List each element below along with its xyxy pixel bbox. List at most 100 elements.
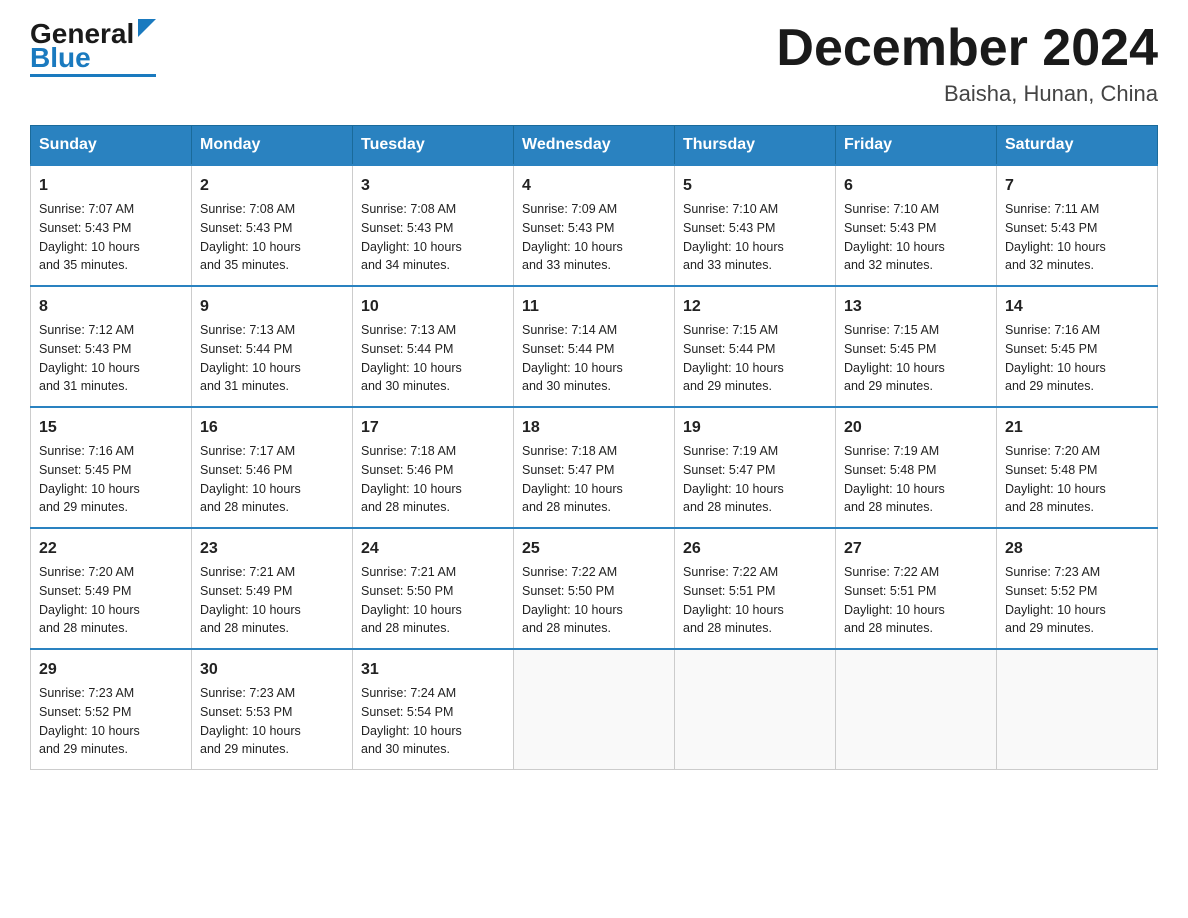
day-number: 24 (361, 537, 505, 561)
col-header-tuesday: Tuesday (353, 126, 514, 166)
day-info: Sunrise: 7:21 AMSunset: 5:50 PMDaylight:… (361, 563, 505, 638)
table-row: 10Sunrise: 7:13 AMSunset: 5:44 PMDayligh… (353, 286, 514, 407)
day-info: Sunrise: 7:22 AMSunset: 5:51 PMDaylight:… (683, 563, 827, 638)
day-info: Sunrise: 7:22 AMSunset: 5:51 PMDaylight:… (844, 563, 988, 638)
day-info: Sunrise: 7:21 AMSunset: 5:49 PMDaylight:… (200, 563, 344, 638)
calendar-week-row: 22Sunrise: 7:20 AMSunset: 5:49 PMDayligh… (31, 528, 1158, 649)
table-row: 19Sunrise: 7:19 AMSunset: 5:47 PMDayligh… (675, 407, 836, 528)
table-row: 28Sunrise: 7:23 AMSunset: 5:52 PMDayligh… (997, 528, 1158, 649)
day-number: 9 (200, 295, 344, 319)
calendar-week-row: 29Sunrise: 7:23 AMSunset: 5:52 PMDayligh… (31, 649, 1158, 770)
day-number: 14 (1005, 295, 1149, 319)
day-number: 29 (39, 658, 183, 682)
col-header-wednesday: Wednesday (514, 126, 675, 166)
table-row: 16Sunrise: 7:17 AMSunset: 5:46 PMDayligh… (192, 407, 353, 528)
table-row: 31Sunrise: 7:24 AMSunset: 5:54 PMDayligh… (353, 649, 514, 770)
col-header-sunday: Sunday (31, 126, 192, 166)
page-header: General Blue December 2024 Baisha, Hunan… (30, 20, 1158, 107)
day-number: 13 (844, 295, 988, 319)
table-row: 1Sunrise: 7:07 AMSunset: 5:43 PMDaylight… (31, 165, 192, 286)
day-number: 19 (683, 416, 827, 440)
day-number: 21 (1005, 416, 1149, 440)
table-row: 15Sunrise: 7:16 AMSunset: 5:45 PMDayligh… (31, 407, 192, 528)
day-info: Sunrise: 7:23 AMSunset: 5:53 PMDaylight:… (200, 684, 344, 759)
day-number: 11 (522, 295, 666, 319)
day-info: Sunrise: 7:15 AMSunset: 5:45 PMDaylight:… (844, 321, 988, 396)
table-row: 21Sunrise: 7:20 AMSunset: 5:48 PMDayligh… (997, 407, 1158, 528)
logo-underline (30, 74, 156, 77)
table-row: 20Sunrise: 7:19 AMSunset: 5:48 PMDayligh… (836, 407, 997, 528)
day-number: 18 (522, 416, 666, 440)
calendar-week-row: 15Sunrise: 7:16 AMSunset: 5:45 PMDayligh… (31, 407, 1158, 528)
day-info: Sunrise: 7:17 AMSunset: 5:46 PMDaylight:… (200, 442, 344, 517)
table-row: 13Sunrise: 7:15 AMSunset: 5:45 PMDayligh… (836, 286, 997, 407)
day-info: Sunrise: 7:24 AMSunset: 5:54 PMDaylight:… (361, 684, 505, 759)
day-info: Sunrise: 7:19 AMSunset: 5:47 PMDaylight:… (683, 442, 827, 517)
month-title: December 2024 (776, 20, 1158, 77)
title-block: December 2024 Baisha, Hunan, China (776, 20, 1158, 107)
table-row: 5Sunrise: 7:10 AMSunset: 5:43 PMDaylight… (675, 165, 836, 286)
table-row: 29Sunrise: 7:23 AMSunset: 5:52 PMDayligh… (31, 649, 192, 770)
day-number: 25 (522, 537, 666, 561)
table-row: 12Sunrise: 7:15 AMSunset: 5:44 PMDayligh… (675, 286, 836, 407)
table-row (997, 649, 1158, 770)
day-number: 22 (39, 537, 183, 561)
location-subtitle: Baisha, Hunan, China (776, 81, 1158, 107)
day-info: Sunrise: 7:13 AMSunset: 5:44 PMDaylight:… (361, 321, 505, 396)
day-info: Sunrise: 7:20 AMSunset: 5:49 PMDaylight:… (39, 563, 183, 638)
table-row (514, 649, 675, 770)
table-row: 17Sunrise: 7:18 AMSunset: 5:46 PMDayligh… (353, 407, 514, 528)
day-number: 5 (683, 174, 827, 198)
table-row: 26Sunrise: 7:22 AMSunset: 5:51 PMDayligh… (675, 528, 836, 649)
day-info: Sunrise: 7:18 AMSunset: 5:47 PMDaylight:… (522, 442, 666, 517)
day-number: 3 (361, 174, 505, 198)
calendar-table: Sunday Monday Tuesday Wednesday Thursday… (30, 125, 1158, 770)
day-number: 8 (39, 295, 183, 319)
table-row: 6Sunrise: 7:10 AMSunset: 5:43 PMDaylight… (836, 165, 997, 286)
day-number: 2 (200, 174, 344, 198)
day-number: 6 (844, 174, 988, 198)
table-row: 4Sunrise: 7:09 AMSunset: 5:43 PMDaylight… (514, 165, 675, 286)
day-number: 30 (200, 658, 344, 682)
day-number: 12 (683, 295, 827, 319)
table-row: 14Sunrise: 7:16 AMSunset: 5:45 PMDayligh… (997, 286, 1158, 407)
day-number: 16 (200, 416, 344, 440)
table-row: 9Sunrise: 7:13 AMSunset: 5:44 PMDaylight… (192, 286, 353, 407)
day-info: Sunrise: 7:19 AMSunset: 5:48 PMDaylight:… (844, 442, 988, 517)
col-header-friday: Friday (836, 126, 997, 166)
day-info: Sunrise: 7:18 AMSunset: 5:46 PMDaylight:… (361, 442, 505, 517)
day-info: Sunrise: 7:22 AMSunset: 5:50 PMDaylight:… (522, 563, 666, 638)
day-number: 7 (1005, 174, 1149, 198)
calendar-week-row: 1Sunrise: 7:07 AMSunset: 5:43 PMDaylight… (31, 165, 1158, 286)
table-row (675, 649, 836, 770)
day-info: Sunrise: 7:10 AMSunset: 5:43 PMDaylight:… (683, 200, 827, 275)
table-row: 3Sunrise: 7:08 AMSunset: 5:43 PMDaylight… (353, 165, 514, 286)
table-row: 25Sunrise: 7:22 AMSunset: 5:50 PMDayligh… (514, 528, 675, 649)
day-info: Sunrise: 7:16 AMSunset: 5:45 PMDaylight:… (39, 442, 183, 517)
day-number: 23 (200, 537, 344, 561)
day-number: 27 (844, 537, 988, 561)
day-number: 31 (361, 658, 505, 682)
table-row: 8Sunrise: 7:12 AMSunset: 5:43 PMDaylight… (31, 286, 192, 407)
day-info: Sunrise: 7:15 AMSunset: 5:44 PMDaylight:… (683, 321, 827, 396)
day-info: Sunrise: 7:13 AMSunset: 5:44 PMDaylight:… (200, 321, 344, 396)
day-number: 20 (844, 416, 988, 440)
day-number: 1 (39, 174, 183, 198)
day-info: Sunrise: 7:16 AMSunset: 5:45 PMDaylight:… (1005, 321, 1149, 396)
day-number: 17 (361, 416, 505, 440)
logo-blue-text: Blue (30, 44, 91, 72)
calendar-week-row: 8Sunrise: 7:12 AMSunset: 5:43 PMDaylight… (31, 286, 1158, 407)
logo-arrow-icon (138, 19, 156, 37)
col-header-saturday: Saturday (997, 126, 1158, 166)
day-info: Sunrise: 7:11 AMSunset: 5:43 PMDaylight:… (1005, 200, 1149, 275)
table-row: 11Sunrise: 7:14 AMSunset: 5:44 PMDayligh… (514, 286, 675, 407)
day-info: Sunrise: 7:07 AMSunset: 5:43 PMDaylight:… (39, 200, 183, 275)
table-row: 24Sunrise: 7:21 AMSunset: 5:50 PMDayligh… (353, 528, 514, 649)
col-header-thursday: Thursday (675, 126, 836, 166)
table-row: 2Sunrise: 7:08 AMSunset: 5:43 PMDaylight… (192, 165, 353, 286)
logo: General Blue (30, 20, 156, 77)
table-row: 23Sunrise: 7:21 AMSunset: 5:49 PMDayligh… (192, 528, 353, 649)
calendar-header-row: Sunday Monday Tuesday Wednesday Thursday… (31, 126, 1158, 166)
day-info: Sunrise: 7:08 AMSunset: 5:43 PMDaylight:… (200, 200, 344, 275)
day-info: Sunrise: 7:23 AMSunset: 5:52 PMDaylight:… (39, 684, 183, 759)
